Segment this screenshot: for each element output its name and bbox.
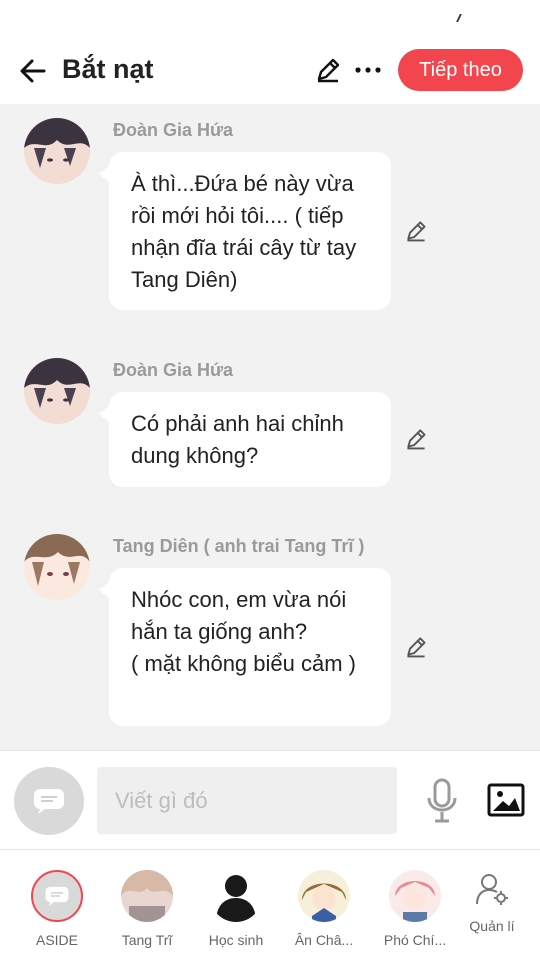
- character-bar: ASIDE Tang Trĩ Học sinh Ân Châ... Phó Ch…: [0, 850, 540, 960]
- edit-message-button[interactable]: [402, 633, 430, 661]
- chat-bubble-icon: [34, 789, 64, 814]
- more-options-button[interactable]: [350, 52, 386, 88]
- header: Bắt nạt Tiếp theo: [0, 40, 540, 104]
- chat-area[interactable]: Đoàn Gia Hứa À thì...Đứa bé này vừa rồi …: [0, 104, 540, 750]
- character-avatar-icon: [298, 870, 350, 922]
- avatar: [389, 870, 441, 922]
- character-avatar-icon: [24, 118, 90, 184]
- message-bubble[interactable]: À thì...Đứa bé này vừa rồi mới hỏi tôi..…: [99, 152, 391, 310]
- edit-title-button[interactable]: [310, 52, 346, 88]
- user-settings-icon: [476, 874, 508, 905]
- character-name: Phó Chí...: [383, 932, 447, 948]
- status-indicator: [456, 14, 466, 22]
- avatar: [298, 870, 350, 922]
- avatar: [210, 870, 262, 922]
- character-name: Tang Trĩ: [121, 932, 173, 948]
- pencil-icon: [407, 637, 426, 658]
- aside-toggle-button[interactable]: [14, 767, 84, 835]
- character-name: ASIDE: [35, 932, 78, 948]
- more-dots-icon: [355, 67, 381, 73]
- sender-name: Tang Diên ( anh trai Tang Trĩ ): [113, 536, 365, 556]
- character-item-hoc-sinh[interactable]: Học sinh: [196, 870, 276, 960]
- character-name: Học sinh: [208, 932, 264, 948]
- message-bubble[interactable]: Có phải anh hai chỉnh dung không?: [99, 392, 391, 487]
- character-item-an-cha[interactable]: Ân Châ...: [284, 870, 364, 960]
- sender-name: Đoàn Gia Hứa: [113, 360, 234, 380]
- message-bubble[interactable]: Nhóc con, em vừa nói hắn ta giống anh? (…: [99, 568, 391, 726]
- manage-button[interactable]: Quản lí: [460, 870, 524, 940]
- next-button[interactable]: Tiếp theo: [398, 49, 523, 91]
- pencil-icon: [317, 58, 340, 83]
- character-item-pho-chi[interactable]: Phó Chí...: [375, 870, 455, 960]
- character-name: Ân Châ...: [294, 932, 354, 948]
- image-icon: [487, 783, 525, 817]
- silhouette-icon: [216, 875, 256, 922]
- image-button[interactable]: [486, 781, 526, 819]
- microphone-icon: [427, 778, 457, 823]
- avatar-doan-gia-hua[interactable]: [24, 358, 90, 424]
- chat-bubble-icon: [45, 886, 69, 906]
- character-item-aside[interactable]: ASIDE: [17, 870, 97, 960]
- character-item-tang-tri[interactable]: Tang Trĩ: [107, 870, 187, 960]
- avatar-tang-dien[interactable]: [24, 534, 90, 600]
- manage-label: Quản lí: [469, 918, 515, 934]
- character-avatar-icon: [121, 870, 173, 922]
- edit-message-button[interactable]: [402, 425, 430, 453]
- voice-button[interactable]: [424, 777, 460, 825]
- avatar: [121, 870, 173, 922]
- sender-name: Đoàn Gia Hứa: [113, 120, 234, 140]
- page-title: Bắt nạt: [62, 54, 154, 84]
- avatar-doan-gia-hua[interactable]: [24, 118, 90, 184]
- arrow-left-icon: [20, 59, 46, 83]
- message-input[interactable]: [97, 767, 397, 834]
- aside-avatar: [31, 870, 83, 922]
- character-avatar-icon: [24, 534, 90, 600]
- status-bar: [0, 0, 540, 40]
- pencil-icon: [407, 429, 426, 450]
- character-avatar-icon: [389, 870, 441, 922]
- back-button[interactable]: [12, 50, 54, 92]
- composer: [0, 750, 540, 850]
- character-avatar-icon: [24, 358, 90, 424]
- edit-message-button[interactable]: [402, 217, 430, 245]
- pencil-icon: [407, 221, 426, 242]
